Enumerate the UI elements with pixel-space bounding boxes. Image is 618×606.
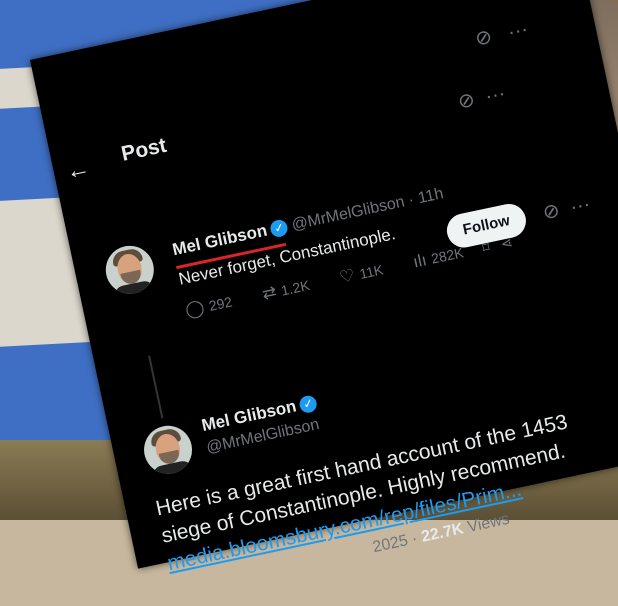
heart-icon: ♡ [337, 265, 357, 288]
repost-icon: ⇄ [260, 282, 279, 304]
more-icon[interactable]: ··· [483, 82, 507, 108]
thread-line [148, 355, 164, 419]
views-count: 22.7K [419, 520, 466, 546]
timestamp[interactable]: · 11h [407, 185, 445, 209]
top-actions: ⊘ ··· [473, 16, 530, 52]
avatar[interactable] [101, 241, 159, 299]
reply-button[interactable]: ◯292 [184, 293, 234, 319]
reply-icon: ◯ [183, 297, 207, 320]
verified-badge-icon: ✓ [269, 218, 290, 239]
verified-badge-icon: ✓ [298, 394, 319, 415]
bar-chart-icon: ılı [411, 250, 429, 272]
avatar[interactable] [139, 421, 197, 479]
grok-icon[interactable]: ⊘ [541, 199, 562, 224]
post-actions: ⊘ ··· [540, 191, 592, 225]
views-button[interactable]: ılı282K [411, 244, 465, 272]
grok-icon[interactable]: ⊘ [473, 26, 494, 51]
page-title: Post [119, 133, 169, 166]
top-tweet-icons: ⊘ ··· [456, 80, 508, 114]
more-icon[interactable]: ··· [506, 18, 530, 44]
arrow-left-icon[interactable]: ← [63, 154, 92, 186]
more-icon[interactable]: ··· [568, 193, 592, 219]
post-date[interactable]: 2025 · [371, 530, 419, 556]
grok-icon[interactable]: ⊘ [456, 89, 477, 114]
like-button[interactable]: ♡11K [337, 261, 385, 288]
repost-button[interactable]: ⇄1.2K [260, 277, 311, 304]
